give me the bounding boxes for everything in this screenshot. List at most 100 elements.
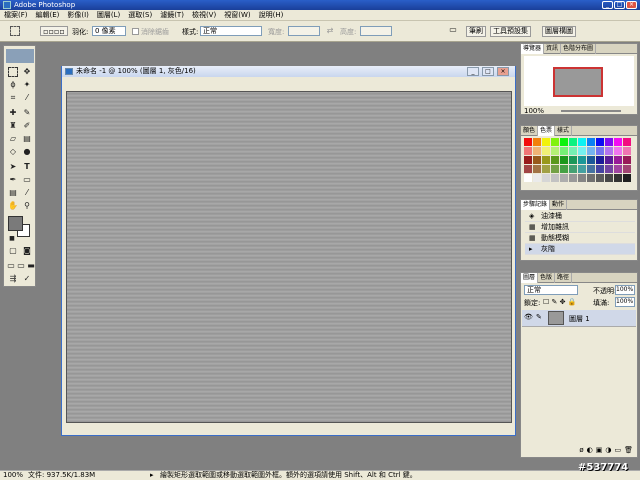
status-arrow-icon[interactable]: ▸ [150, 471, 154, 480]
color-swatch[interactable] [551, 156, 559, 164]
menu-help[interactable]: 說明(H) [255, 10, 288, 21]
tab-histogram[interactable]: 色階分布圖 [561, 44, 597, 54]
tab-styles[interactable]: 樣式 [555, 126, 573, 136]
color-swatch[interactable] [596, 156, 604, 164]
screen-mode-standard-icon[interactable]: ▭ [6, 261, 16, 271]
navigator-zoom-slider[interactable] [561, 110, 621, 112]
close-button[interactable]: × [626, 1, 637, 9]
color-swatch[interactable] [623, 174, 631, 182]
history-item[interactable]: ▦ 動態模糊 [525, 233, 635, 244]
width-input[interactable] [288, 26, 320, 36]
color-swatch[interactable] [614, 156, 622, 164]
color-swatch[interactable] [524, 165, 532, 173]
tab-layer-comps[interactable]: 圖層構圖 [542, 26, 576, 37]
color-swatch[interactable] [623, 138, 631, 146]
color-swatch[interactable] [623, 147, 631, 155]
magic-wand-icon[interactable]: ✦ [22, 80, 32, 90]
color-swatch[interactable] [605, 156, 613, 164]
visibility-eye-icon[interactable]: 👁 [524, 313, 533, 321]
antialias-checkbox[interactable] [132, 28, 139, 35]
color-swatch[interactable] [560, 165, 568, 173]
dodge-tool-icon[interactable]: ● [22, 147, 32, 157]
color-swatch[interactable] [614, 174, 622, 182]
tab-channels[interactable]: 色版 [538, 273, 556, 283]
menu-image[interactable]: 影像(I) [63, 10, 93, 21]
color-swatch[interactable] [578, 138, 586, 146]
color-swatch[interactable] [524, 156, 532, 164]
menu-file[interactable]: 檔案(F) [0, 10, 32, 21]
blur-tool-icon[interactable]: ◇ [8, 147, 18, 157]
color-swatch[interactable] [533, 174, 541, 182]
color-swatch[interactable] [569, 138, 577, 146]
color-swatch[interactable] [542, 138, 550, 146]
clone-stamp-icon[interactable]: ♜ [8, 121, 18, 131]
menu-view[interactable]: 檢視(V) [188, 10, 220, 21]
eyedropper-icon[interactable]: ⁄ [22, 188, 32, 198]
color-swatch[interactable] [533, 147, 541, 155]
color-swatch[interactable] [587, 147, 595, 155]
color-swatch[interactable] [614, 147, 622, 155]
tab-navigator[interactable]: 導覽器 [521, 44, 545, 54]
color-swatch[interactable] [560, 147, 568, 155]
color-swatch[interactable] [524, 174, 532, 182]
menu-layer[interactable]: 圖層(L) [93, 10, 124, 21]
color-swatch[interactable] [569, 174, 577, 182]
tab-swatches[interactable]: 色票 [538, 126, 556, 136]
navigator-zoom[interactable]: 100% [524, 107, 544, 115]
color-swatch[interactable] [542, 174, 550, 182]
color-swatch[interactable] [542, 156, 550, 164]
quick-mask-icon[interactable]: ◙ [22, 246, 32, 256]
color-swatch[interactable] [614, 138, 622, 146]
eraser-tool-icon[interactable]: ▱ [8, 134, 18, 144]
tab-layers[interactable]: 圖層 [521, 273, 539, 283]
color-swatch[interactable] [533, 165, 541, 173]
color-swatch[interactable] [623, 165, 631, 173]
menu-edit[interactable]: 編輯(E) [32, 10, 64, 21]
history-item-selected[interactable]: ▸ 灰階 [525, 244, 635, 255]
selection-mode-icons[interactable]: ▫▫▫▫ [40, 26, 68, 36]
foreground-color-swatch[interactable] [8, 216, 23, 231]
brush-tool-icon[interactable]: ✎ [22, 108, 32, 118]
slice-tool-icon[interactable]: ⁄ [22, 93, 32, 103]
minimize-button[interactable]: _ [602, 1, 613, 9]
fill-input[interactable]: 100% [615, 297, 635, 307]
notes-tool-icon[interactable]: ▤ [8, 188, 18, 198]
file-browser-icon[interactable]: ▭ [448, 25, 458, 35]
color-swatch[interactable] [569, 165, 577, 173]
tab-history[interactable]: 步驟記錄 [521, 200, 551, 210]
color-swatch[interactable] [596, 147, 604, 155]
color-swatch[interactable] [569, 156, 577, 164]
height-input[interactable] [360, 26, 392, 36]
blend-mode-select[interactable]: 正常 [524, 285, 578, 295]
menu-filter[interactable]: 濾鏡(T) [156, 10, 188, 21]
maximize-button[interactable]: □ [614, 1, 625, 9]
history-brush-icon[interactable]: ✐ [22, 121, 32, 131]
tab-actions[interactable]: 動作 [550, 200, 568, 210]
adobe-feather-logo[interactable] [6, 49, 34, 63]
tab-color[interactable]: 顏色 [521, 126, 539, 136]
color-swatch[interactable] [551, 174, 559, 182]
color-swatch[interactable] [533, 156, 541, 164]
color-swatch[interactable] [605, 138, 613, 146]
color-swatch[interactable] [551, 165, 559, 173]
tab-paths[interactable]: 路徑 [555, 273, 573, 283]
color-swatch[interactable] [524, 138, 532, 146]
type-tool-icon[interactable]: T [22, 162, 32, 172]
default-colors-icon[interactable]: ■ [7, 234, 17, 244]
image-canvas[interactable] [66, 91, 512, 423]
doc-maximize-button[interactable]: □ [482, 67, 494, 76]
pen-tool-icon[interactable]: ✒ [8, 175, 18, 185]
brush-link-icon[interactable]: ✎ [536, 313, 542, 321]
zoom-tool-icon[interactable]: ⚲ [22, 201, 32, 211]
color-swatch[interactable] [587, 156, 595, 164]
style-select[interactable]: 正常 [200, 26, 262, 36]
navigator-view-box[interactable] [553, 67, 603, 97]
color-swatch[interactable] [569, 147, 577, 155]
color-swatch[interactable] [551, 138, 559, 146]
shape-tool-icon[interactable]: ▭ [22, 175, 32, 185]
hand-tool-icon[interactable]: ✋ [8, 201, 18, 211]
color-swatch[interactable] [533, 138, 541, 146]
layers-footer-icons[interactable]: ø◐▣◑▭🗑 [522, 446, 636, 456]
gradient-tool-icon[interactable]: ▤ [22, 134, 32, 144]
tab-info[interactable]: 資訊 [544, 44, 562, 54]
